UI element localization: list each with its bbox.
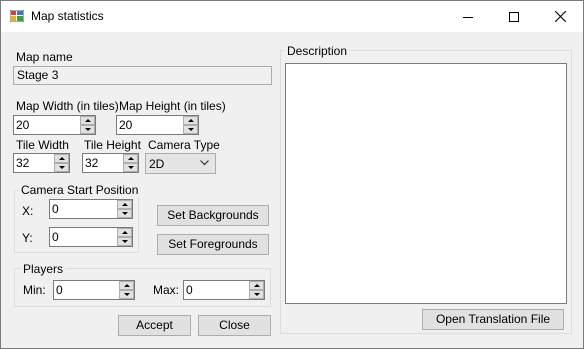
description-title: Description <box>285 44 350 58</box>
map-height-label: Map Height (in tiles) <box>119 99 226 113</box>
minimize-icon <box>463 16 473 18</box>
arrow-down-icon <box>121 240 128 243</box>
arrow-up-icon <box>84 119 91 122</box>
description-textarea[interactable] <box>285 63 567 304</box>
app-icon <box>10 10 24 22</box>
tile-height-down-button[interactable] <box>123 163 138 172</box>
tile-height-up-button[interactable] <box>123 154 138 163</box>
arrow-up-icon <box>127 157 134 160</box>
map-width-value: 20 <box>16 118 30 132</box>
players-min-up-button[interactable] <box>119 281 134 290</box>
set-backgrounds-button[interactable]: Set Backgrounds <box>157 205 269 226</box>
map-width-down-button[interactable] <box>80 125 95 134</box>
camera-start-title: Camera Start Position <box>19 183 141 197</box>
map-height-value: 20 <box>119 118 133 132</box>
map-width-up-button[interactable] <box>80 116 95 125</box>
map-width-stepper[interactable]: 20 <box>13 115 96 135</box>
arrow-down-icon <box>58 166 65 169</box>
tile-width-up-button[interactable] <box>54 154 69 163</box>
arrow-down-icon <box>187 128 194 131</box>
players-min-value: 0 <box>56 283 63 297</box>
map-height-down-button[interactable] <box>183 125 198 134</box>
tile-height-stepper[interactable]: 32 <box>82 153 139 173</box>
camera-type-select[interactable]: 2D <box>145 153 216 174</box>
camera-x-down-button[interactable] <box>117 209 132 218</box>
camera-y-up-button[interactable] <box>117 228 132 237</box>
tile-width-value: 32 <box>16 156 30 170</box>
open-translation-file-button[interactable]: Open Translation File <box>422 309 564 330</box>
arrow-down-icon <box>123 293 130 296</box>
tile-width-down-button[interactable] <box>54 163 69 172</box>
arrow-up-icon <box>121 203 128 206</box>
maximize-icon <box>509 11 519 22</box>
players-min-label: Min: <box>23 283 46 297</box>
arrow-up-icon <box>123 284 130 287</box>
set-foregrounds-button[interactable]: Set Foregrounds <box>157 234 269 255</box>
arrow-up-icon <box>121 231 128 234</box>
chevron-down-icon <box>200 160 209 166</box>
camera-x-up-button[interactable] <box>117 200 132 209</box>
title-bar: Map statistics <box>1 1 583 32</box>
tile-height-label: Tile Height <box>84 138 141 152</box>
close-button[interactable]: Close <box>198 315 271 336</box>
players-title: Players <box>21 262 66 276</box>
arrow-down-icon <box>253 293 260 296</box>
close-window-button[interactable] <box>537 1 583 32</box>
map-height-up-button[interactable] <box>183 116 198 125</box>
players-max-value: 0 <box>186 283 193 297</box>
tile-height-value: 32 <box>85 156 99 170</box>
camera-x-stepper[interactable]: 0 <box>49 199 133 219</box>
arrow-up-icon <box>253 284 260 287</box>
players-max-stepper[interactable]: 0 <box>183 280 265 300</box>
players-min-down-button[interactable] <box>119 290 134 299</box>
window-title: Map statistics <box>31 9 104 23</box>
camera-type-value: 2D <box>149 157 165 171</box>
map-name-value: Stage 3 <box>17 68 59 82</box>
arrow-up-icon <box>58 157 65 160</box>
map-statistics-window: Map statistics Map name Stage 3 Map Widt… <box>0 0 584 349</box>
arrow-down-icon <box>84 128 91 131</box>
tile-width-stepper[interactable]: 32 <box>13 153 70 173</box>
tile-width-label: Tile Width <box>16 138 69 152</box>
arrow-down-icon <box>127 166 134 169</box>
camera-y-label: Y: <box>22 231 33 245</box>
maximize-button[interactable] <box>491 1 537 32</box>
players-min-stepper[interactable]: 0 <box>53 280 135 300</box>
camera-x-label: X: <box>22 204 34 218</box>
camera-type-label: Camera Type <box>148 138 220 152</box>
minimize-button[interactable] <box>445 1 491 32</box>
accept-button[interactable]: Accept <box>118 315 191 336</box>
players-max-down-button[interactable] <box>249 290 264 299</box>
players-max-label: Max: <box>153 283 180 297</box>
map-width-label: Map Width (in tiles) <box>16 99 119 113</box>
camera-y-stepper[interactable]: 0 <box>49 227 133 247</box>
players-max-up-button[interactable] <box>249 281 264 290</box>
map-height-stepper[interactable]: 20 <box>116 115 199 135</box>
close-icon <box>554 11 566 22</box>
camera-y-value: 0 <box>52 230 59 244</box>
map-name-field[interactable]: Stage 3 <box>13 66 272 85</box>
camera-y-down-button[interactable] <box>117 237 132 246</box>
map-name-label: Map name <box>16 50 73 64</box>
camera-x-value: 0 <box>52 202 59 216</box>
arrow-up-icon <box>187 119 194 122</box>
arrow-down-icon <box>121 212 128 215</box>
